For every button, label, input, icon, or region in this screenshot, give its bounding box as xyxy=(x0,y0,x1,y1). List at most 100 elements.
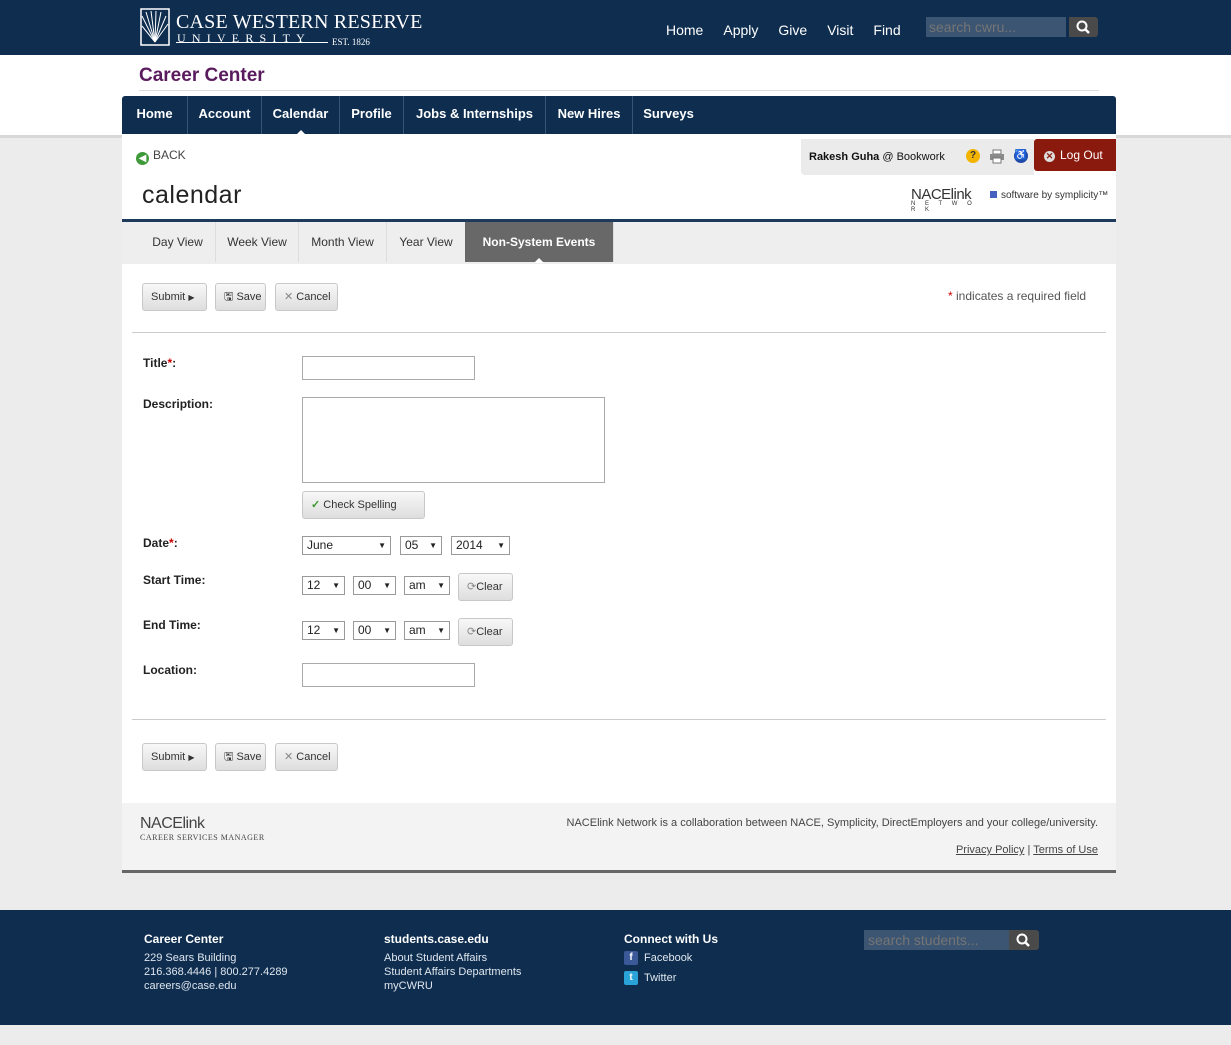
footer-search-button[interactable] xyxy=(1009,930,1039,950)
user-info: Rakesh Guha @ Bookwork xyxy=(809,151,945,163)
help-icon[interactable]: ? xyxy=(966,149,980,163)
top-nav-apply[interactable]: Apply xyxy=(723,22,758,38)
twitter-link[interactable]: t Twitter xyxy=(624,971,718,985)
terms-of-use-link[interactable]: Terms of Use xyxy=(1033,844,1098,856)
site-title[interactable]: Career Center xyxy=(139,65,265,87)
date-day-select[interactable]: 05 ▼ xyxy=(400,536,442,555)
top-search xyxy=(926,17,1098,37)
end-minute-value: 00 xyxy=(358,623,372,637)
top-search-button[interactable] xyxy=(1069,17,1098,37)
top-nav: Home Apply Give Visit Find xyxy=(666,22,921,38)
dropdown-arrow-icon: ▼ xyxy=(383,626,391,635)
dropdown-arrow-icon: ▼ xyxy=(429,541,437,550)
footer-students-heading[interactable]: students.case.edu xyxy=(384,932,521,946)
cancel-button-top[interactable]: ✕ Cancel xyxy=(275,283,338,311)
user-name: Rakesh Guha xyxy=(809,151,880,163)
footer-email[interactable]: careers@case.edu xyxy=(144,979,288,993)
main-nav: Home Account Calendar Profile Jobs & Int… xyxy=(122,96,1116,135)
tab-year-view[interactable]: Year View xyxy=(387,222,466,262)
user-org: @ Bookwork xyxy=(882,151,945,163)
end-minute-select[interactable]: 00 ▼ xyxy=(353,621,396,640)
floppy-disk-icon: 🖫 xyxy=(224,751,234,763)
print-icon[interactable] xyxy=(989,149,1005,164)
check-spelling-button[interactable]: ✓ Check Spelling xyxy=(302,491,425,519)
submit-button-top[interactable]: Submit ▶ xyxy=(142,283,207,311)
search-icon xyxy=(1076,20,1090,34)
start-minute-select[interactable]: 00 ▼ xyxy=(353,576,396,595)
start-ampm-select[interactable]: am ▼ xyxy=(404,576,450,595)
footer-search-input[interactable] xyxy=(864,930,1009,950)
play-icon: ▶ xyxy=(188,293,195,302)
end-ampm-select[interactable]: am ▼ xyxy=(404,621,450,640)
nav-profile[interactable]: Profile xyxy=(340,96,404,134)
symplicity-credit: software by symplicity™ xyxy=(990,190,1108,201)
page-title: calendar xyxy=(142,181,242,209)
tab-day-view[interactable]: Day View xyxy=(140,222,216,262)
top-nav-give[interactable]: Give xyxy=(778,22,807,38)
nav-calendar[interactable]: Calendar xyxy=(262,96,340,135)
nav-new-hires[interactable]: New Hires xyxy=(546,96,633,134)
footer-career-center-heading[interactable]: Career Center xyxy=(144,932,288,946)
end-hour-value: 12 xyxy=(307,623,321,637)
tab-month-view[interactable]: Month View xyxy=(299,222,387,262)
refresh-icon: ⟳ xyxy=(467,626,477,638)
privacy-policy-link[interactable]: Privacy Policy xyxy=(956,844,1024,856)
form-divider-top xyxy=(132,332,1106,333)
dropdown-arrow-icon: ▼ xyxy=(378,541,386,550)
footer-link-mycwru[interactable]: myCWRU xyxy=(384,979,521,993)
end-clear-button[interactable]: ⟳Clear xyxy=(458,618,513,646)
tab-week-view[interactable]: Week View xyxy=(216,222,299,262)
cancel-button-bottom[interactable]: ✕ Cancel xyxy=(275,743,338,771)
back-link[interactable]: ◀ BACK xyxy=(136,148,186,165)
start-clear-button[interactable]: ⟳Clear xyxy=(458,573,513,601)
accessibility-icon[interactable]: ♿ xyxy=(1014,149,1028,163)
nacelink-logo-subtext: N E T W O R K xyxy=(911,201,976,213)
top-nav-home[interactable]: Home xyxy=(666,22,703,38)
top-nav-visit[interactable]: Visit xyxy=(827,22,853,38)
end-hour-select[interactable]: 12 ▼ xyxy=(302,621,345,640)
top-search-input[interactable] xyxy=(926,17,1066,37)
user-box: Rakesh Guha @ Bookwork ? ♿ xyxy=(801,139,1034,175)
dropdown-arrow-icon: ▼ xyxy=(332,581,340,590)
save-button-top[interactable]: 🖫 Save xyxy=(215,283,266,311)
description-textarea[interactable] xyxy=(302,397,605,483)
date-label: Date*: xyxy=(143,536,178,550)
footer-link-about-student-affairs[interactable]: About Student Affairs xyxy=(384,951,521,965)
submit-label: Submit xyxy=(151,291,186,303)
x-icon: ✕ xyxy=(284,751,294,763)
required-field-note: * indicates a required field xyxy=(948,289,1086,303)
cancel-label: Cancel xyxy=(296,291,331,303)
floppy-disk-icon: 🖫 xyxy=(224,291,234,303)
clear-label: Clear xyxy=(476,581,503,593)
top-nav-find[interactable]: Find xyxy=(873,22,900,38)
tab-non-system-events[interactable]: Non-System Events xyxy=(465,222,614,263)
footer-connect-heading: Connect with Us xyxy=(624,932,719,946)
site-footer: Career Center 229 Sears Building 216.368… xyxy=(0,910,1231,1025)
university-logo[interactable]: CASE WESTERN RESERVE UNIVERSITY EST. 182… xyxy=(140,8,422,48)
footer-links: Privacy Policy | Terms of Use xyxy=(956,844,1098,856)
footer-address: 229 Sears Building xyxy=(144,952,237,964)
nacelink-csm-logo: NACElink CAREER SERVICES MANAGER xyxy=(140,815,265,842)
logout-button[interactable]: ✕ Log Out xyxy=(1034,139,1116,171)
cancel-label: Cancel xyxy=(296,751,331,763)
nav-jobs-internships[interactable]: Jobs & Internships xyxy=(404,96,546,134)
submit-button-bottom[interactable]: Submit ▶ xyxy=(142,743,207,771)
date-required-star: * xyxy=(169,536,174,550)
title-input[interactable] xyxy=(302,356,475,380)
nav-surveys[interactable]: Surveys xyxy=(633,96,704,134)
start-hour-value: 12 xyxy=(307,578,321,592)
date-year-select[interactable]: 2014 ▼ xyxy=(451,536,510,555)
nav-home[interactable]: Home xyxy=(122,96,188,134)
start-hour-select[interactable]: 12 ▼ xyxy=(302,576,345,595)
sunburst-logo-icon xyxy=(140,8,170,46)
logo-line2: UNIVERSITY xyxy=(177,31,311,45)
save-button-bottom[interactable]: 🖫 Save xyxy=(215,743,266,771)
date-month-select[interactable]: June ▼ xyxy=(302,536,391,555)
facebook-link[interactable]: f Facebook xyxy=(624,951,718,965)
logout-label: Log Out xyxy=(1060,148,1103,162)
dropdown-arrow-icon: ▼ xyxy=(383,581,391,590)
location-input[interactable] xyxy=(302,663,475,687)
calendar-view-tabs: Day View Week View Month View Year View … xyxy=(122,222,1116,264)
nav-account[interactable]: Account xyxy=(188,96,262,134)
footer-link-student-affairs-departments[interactable]: Student Affairs Departments xyxy=(384,965,521,979)
